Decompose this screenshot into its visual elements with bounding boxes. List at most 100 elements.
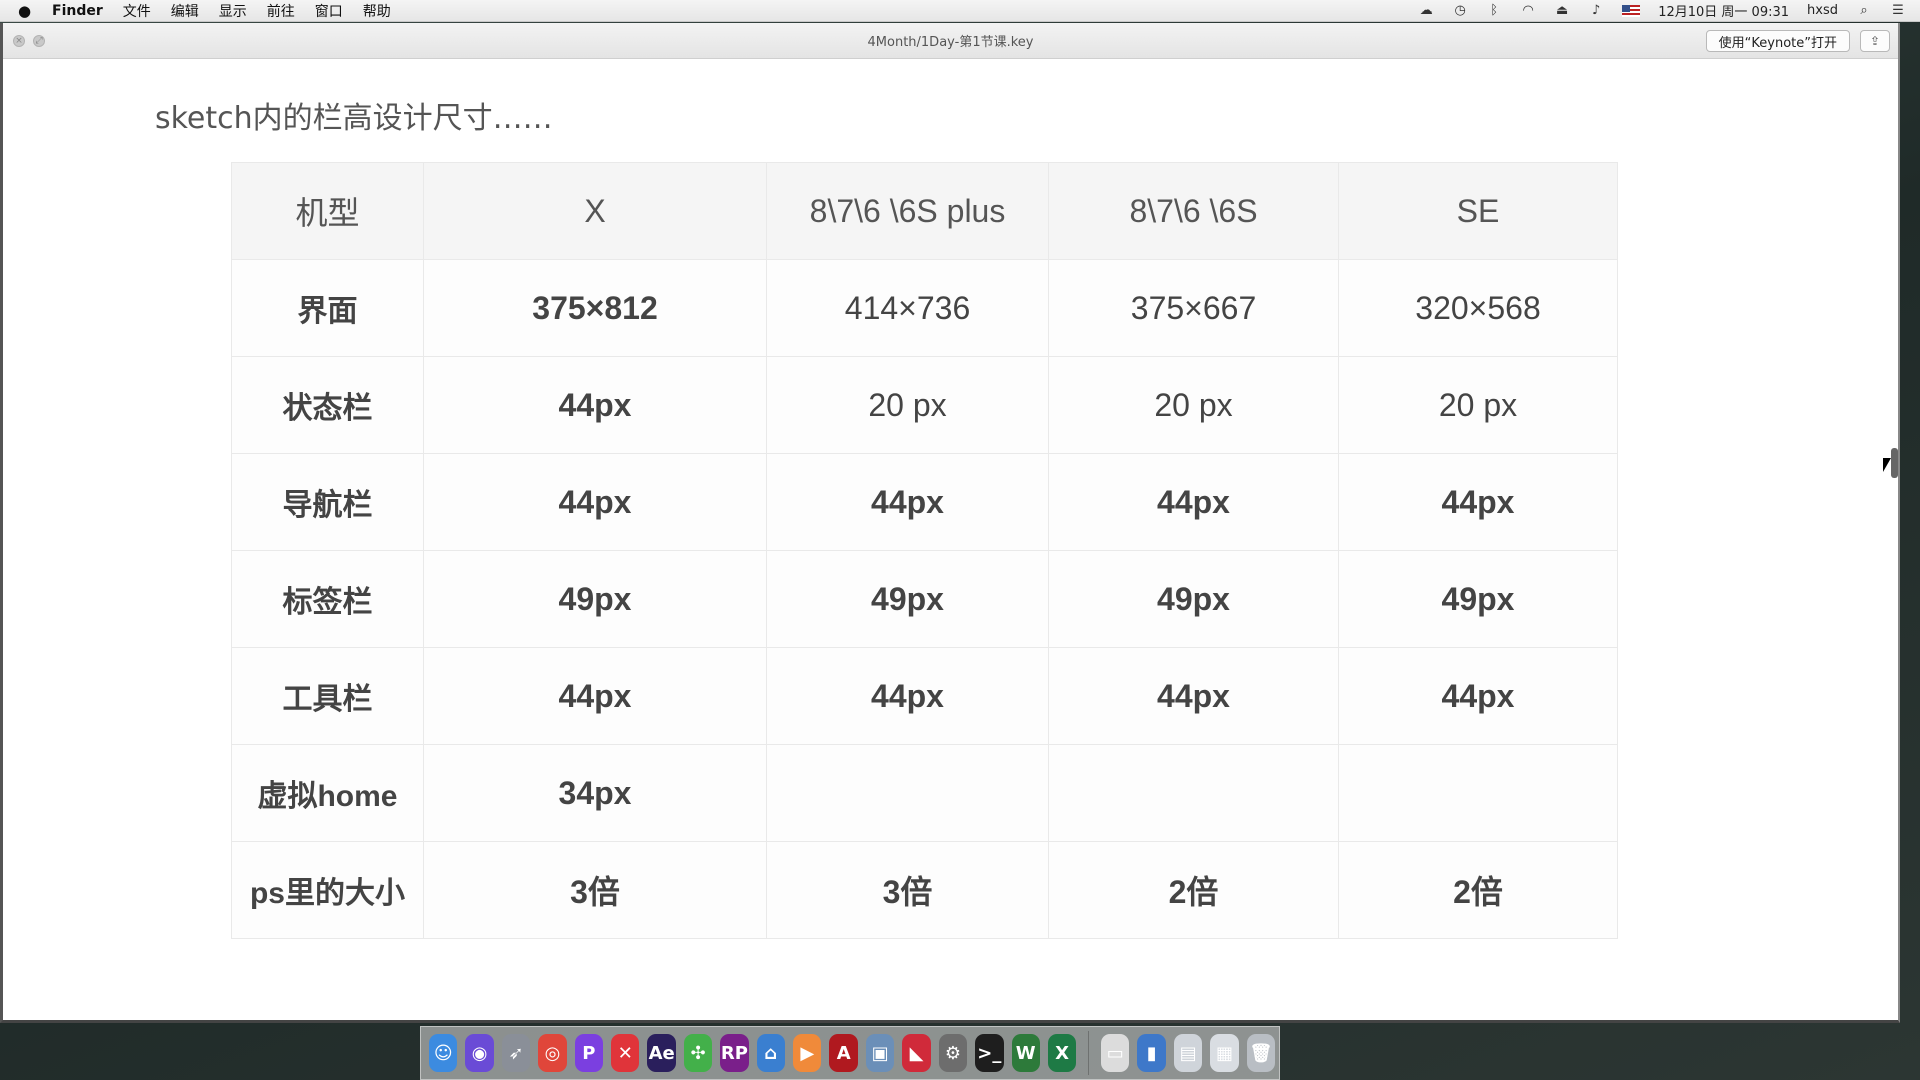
- table-row: 标签栏 49px 49px 49px 49px: [231, 550, 1618, 648]
- table-cell: 34px: [423, 744, 767, 842]
- open-with-keynote-button[interactable]: 使用“Keynote”打开: [1705, 30, 1850, 52]
- xmind-icon[interactable]: ✕: [611, 1034, 640, 1072]
- row-label: ps里的大小: [231, 841, 424, 939]
- table-cell: 49px: [766, 550, 1049, 648]
- table-row: ps里的大小 3倍 3倍 2倍 2倍: [231, 841, 1618, 939]
- menu-bar: ● Finder 文件 编辑 显示 前往 窗口 帮助 ☁ ◷ ᛒ ◠ ⏏ ♪ 1…: [0, 0, 1920, 22]
- browser-window-icon[interactable]: ▦: [1210, 1034, 1239, 1072]
- table-cell: 20 px: [766, 356, 1049, 454]
- creative-cloud-icon[interactable]: ☁: [1418, 3, 1434, 18]
- row-label: 界面: [231, 259, 424, 357]
- window-title: 4Month/1Day-第1节课.key: [867, 35, 1034, 50]
- blank-window-icon[interactable]: ▭: [1101, 1034, 1130, 1072]
- terminal-icon[interactable]: >_: [975, 1034, 1004, 1072]
- slide-title: sketch内的栏高设计尺寸……: [155, 101, 553, 136]
- apple-icon[interactable]: ●: [18, 2, 36, 20]
- table-cell: 44px: [766, 647, 1049, 745]
- table-cell: 44px: [423, 453, 767, 551]
- table-row: 虚拟home 34px: [231, 744, 1618, 842]
- system-preferences-icon[interactable]: ⚙: [938, 1034, 968, 1072]
- row-label: 工具栏: [231, 647, 424, 745]
- header-cell: 8\7\6 \6S: [1048, 162, 1339, 260]
- after-effects-icon[interactable]: Ae: [647, 1034, 676, 1072]
- keynote-icon[interactable]: ⌂: [756, 1034, 786, 1072]
- table-cell: 44px: [1048, 453, 1339, 551]
- excel-icon[interactable]: X: [1047, 1034, 1077, 1072]
- volume-icon[interactable]: ♪: [1588, 3, 1604, 18]
- row-label: 虚拟home: [231, 744, 424, 842]
- table-cell: 44px: [766, 453, 1049, 551]
- table-cell: 44px: [423, 647, 767, 745]
- acrobat-icon[interactable]: A: [829, 1034, 858, 1072]
- sketch-alt-icon[interactable]: ◣: [902, 1034, 931, 1072]
- table-cell: 44px: [1048, 647, 1339, 745]
- table-cell: 49px: [1338, 550, 1618, 648]
- table-cell: 3倍: [766, 841, 1049, 939]
- siri-icon[interactable]: ◉: [465, 1034, 494, 1072]
- launchpad-icon[interactable]: ➶: [501, 1034, 531, 1072]
- bluetooth-icon[interactable]: ᛒ: [1486, 3, 1502, 18]
- vectorize-icon[interactable]: W: [1011, 1034, 1040, 1072]
- scrollbar-thumb[interactable]: [1891, 448, 1898, 478]
- table-cell: 20 px: [1048, 356, 1339, 454]
- table-cell: 375×667: [1048, 259, 1339, 357]
- table-row: 导航栏 44px 44px 44px 44px: [231, 453, 1618, 551]
- bar-height-table: 机型 X 8\7\6 \6S plus 8\7\6 \6S SE 界面 375×…: [231, 162, 1618, 939]
- header-cell: X: [423, 162, 767, 260]
- table-cell: 320×568: [1338, 259, 1618, 357]
- menu-file[interactable]: 文件: [123, 1, 151, 21]
- mouse-cursor-icon: [1883, 458, 1891, 472]
- table-cell: 44px: [1338, 647, 1618, 745]
- wifi-icon[interactable]: ◠: [1520, 3, 1536, 18]
- pockity-icon[interactable]: P: [574, 1034, 604, 1072]
- finder-icon[interactable]: ☺: [429, 1034, 458, 1072]
- document-stack-icon[interactable]: ▤: [1173, 1034, 1203, 1072]
- row-label: 导航栏: [231, 453, 424, 551]
- eject-icon[interactable]: ⏏: [1554, 3, 1570, 18]
- table-cell: [1338, 744, 1618, 842]
- table-cell: 44px: [423, 356, 767, 454]
- axure-icon[interactable]: RP: [720, 1034, 749, 1072]
- row-label: 标签栏: [231, 550, 424, 648]
- dock: ☺ ◉ ➶ ◎ P ✕ Ae ✣ RP ⌂ ▶ A ▣ ◣ ⚙ >_ W X ▭ ▮ ▤ ▦ 🗑: [420, 1026, 1280, 1080]
- clock[interactable]: 12月10日 周一 09:31: [1658, 1, 1789, 20]
- fullscreen-button[interactable]: ⤢: [33, 34, 45, 47]
- preview-icon[interactable]: ▣: [865, 1034, 895, 1072]
- header-cell: 机型: [231, 162, 424, 260]
- row-label: 状态栏: [231, 356, 424, 454]
- table-row: 工具栏 44px 44px 44px 44px: [231, 647, 1618, 745]
- downloads-folder-icon[interactable]: ▮: [1137, 1034, 1166, 1072]
- infuse-icon[interactable]: ▶: [793, 1034, 822, 1072]
- trash-icon[interactable]: 🗑: [1246, 1034, 1276, 1072]
- table-cell: 375×812: [423, 259, 767, 357]
- mindnode-icon[interactable]: ✣: [683, 1034, 713, 1072]
- menu-edit[interactable]: 编辑: [171, 1, 199, 21]
- time-machine-icon[interactable]: ◷: [1452, 3, 1468, 18]
- header-cell: 8\7\6 \6S plus: [766, 162, 1049, 260]
- table-cell: [766, 744, 1049, 842]
- table-cell: [1048, 744, 1339, 842]
- table-cell: 3倍: [423, 841, 767, 939]
- table-row: 界面 375×812 414×736 375×667 320×568: [231, 259, 1618, 357]
- user-name[interactable]: hxsd: [1807, 3, 1838, 18]
- spotlight-search-icon[interactable]: ⌕: [1856, 3, 1872, 18]
- menu-finder[interactable]: Finder: [52, 3, 103, 19]
- share-icon[interactable]: ⇪: [1860, 30, 1890, 52]
- header-cell: SE: [1338, 162, 1618, 260]
- menu-go[interactable]: 前往: [267, 1, 295, 21]
- table-cell: 49px: [1048, 550, 1339, 648]
- quicklook-window: × ⤢ 4Month/1Day-第1节课.key 使用“Keynote”打开 ⇪…: [0, 23, 1900, 1023]
- input-source-flag-icon[interactable]: [1622, 4, 1641, 17]
- menu-help[interactable]: 帮助: [363, 1, 391, 21]
- dock-separator: [1088, 1031, 1090, 1075]
- menu-view[interactable]: 显示: [219, 1, 247, 21]
- table-cell: 49px: [423, 550, 767, 648]
- close-button[interactable]: ×: [13, 34, 25, 47]
- chrome-icon[interactable]: ◎: [538, 1034, 567, 1072]
- menu-window[interactable]: 窗口: [315, 1, 343, 21]
- notification-center-icon[interactable]: ☰: [1890, 3, 1906, 18]
- table-header-row: 机型 X 8\7\6 \6S plus 8\7\6 \6S SE: [231, 162, 1618, 260]
- table-row: 状态栏 44px 20 px 20 px 20 px: [231, 356, 1618, 454]
- table-cell: 414×736: [766, 259, 1049, 357]
- table-cell: 44px: [1338, 453, 1618, 551]
